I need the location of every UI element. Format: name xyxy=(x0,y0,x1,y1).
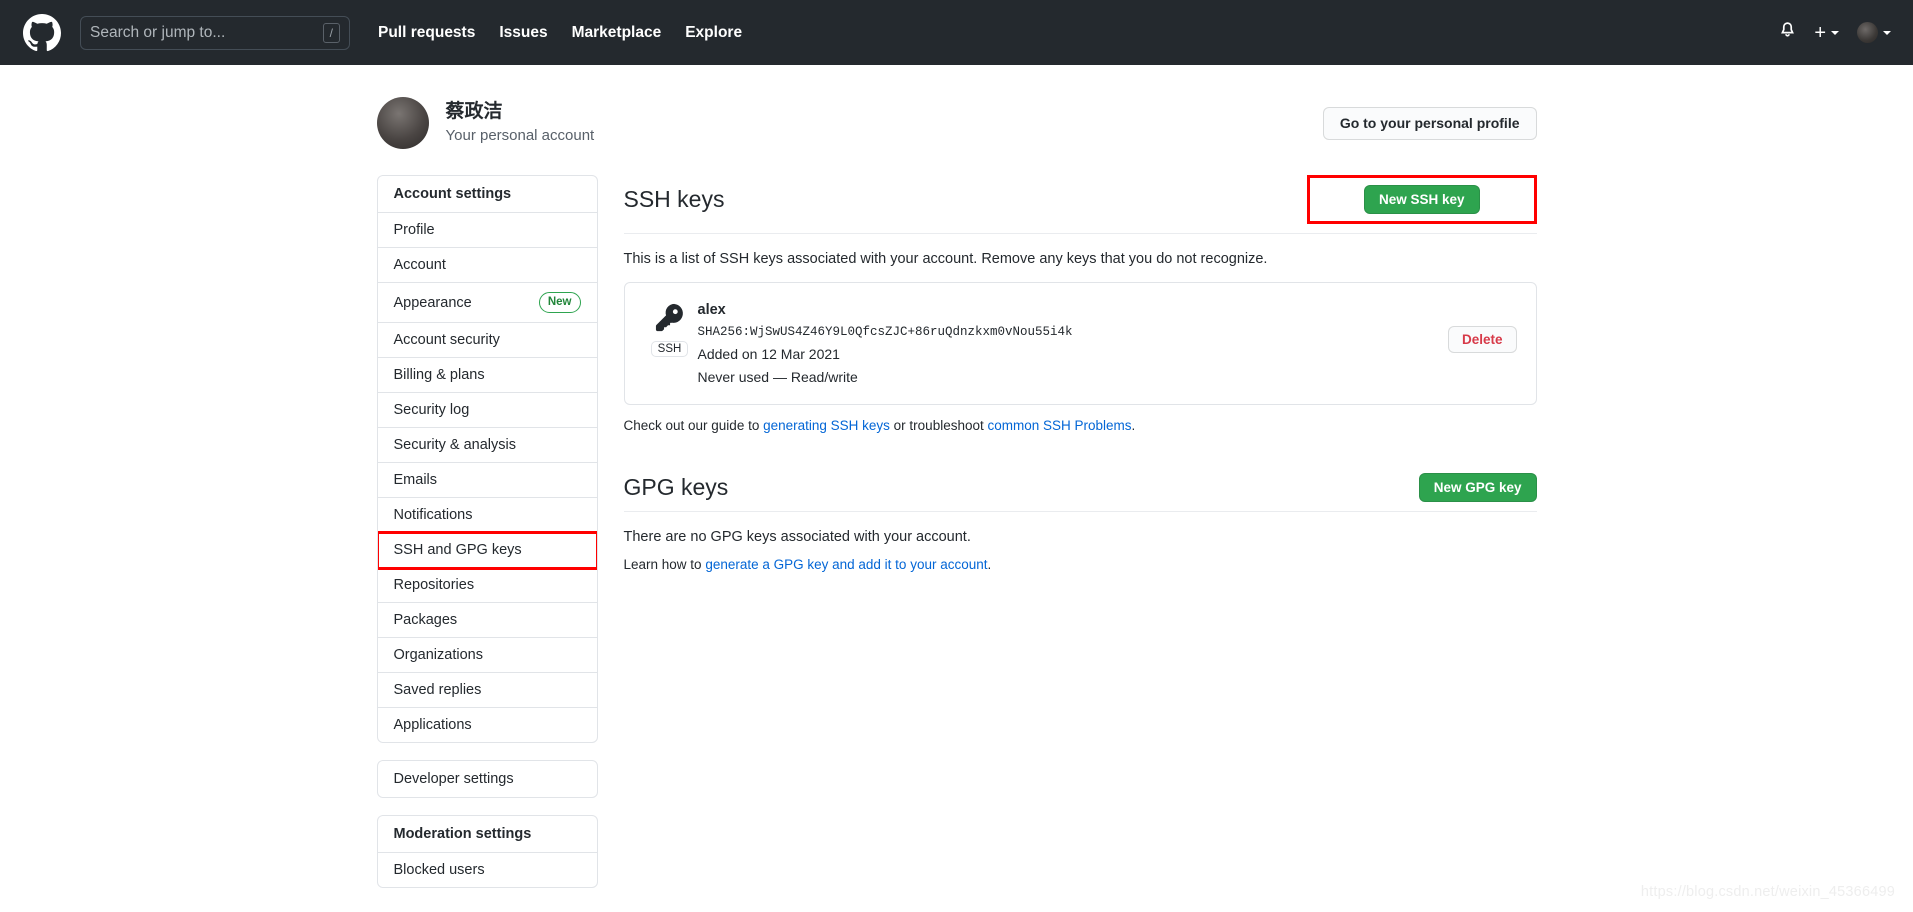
sidebar-item-applications[interactable]: Applications xyxy=(378,708,597,742)
nav-explore[interactable]: Explore xyxy=(685,24,742,42)
ssh-key-fingerprint: SHA256:WjSwUS4Z46Y9L0QfcsZJC+86ruQdnzkxm… xyxy=(697,325,1073,340)
ssh-guide-text: Check out our guide to generating SSH ke… xyxy=(624,418,1537,433)
sidebar-item-label: Appearance xyxy=(393,294,472,311)
key-type-badge: SSH xyxy=(650,341,689,357)
sidebar-item-label: Blocked users xyxy=(393,862,485,879)
user-menu[interactable] xyxy=(1857,22,1891,43)
sidebar-item-developer-settings[interactable]: Developer settings xyxy=(376,760,598,799)
profile-header: 蔡政洁 Your personal account Go to your per… xyxy=(376,87,1537,159)
sidebar-item-label: Packages xyxy=(393,612,458,629)
sidebar-item-label: Emails xyxy=(393,472,438,489)
profile-identity: 蔡政洁 Your personal account xyxy=(446,100,595,146)
page-body: 蔡政洁 Your personal account Go to your per… xyxy=(0,65,1913,912)
gpg-keys-section: GPG keys New GPG key There are no GPG ke… xyxy=(623,473,1537,572)
ssh-keys-section-header: SSH keys New SSH key xyxy=(623,175,1537,234)
guide-prefix: Check out our guide to xyxy=(623,418,764,434)
sidebar-item-label: Security log xyxy=(393,402,470,419)
search-input[interactable]: Search or jump to... / xyxy=(80,15,350,50)
header-nav: Pull requests Issues Marketplace Explore xyxy=(378,24,742,42)
sidebar-item-label: Security & analysis xyxy=(393,437,517,454)
sidebar-item-security-log[interactable]: Security log xyxy=(377,393,597,429)
sidebar-item-account-security[interactable]: Account security xyxy=(377,323,597,359)
sidebar-item-label: Account xyxy=(393,257,446,273)
sidebar-item-label: Applications xyxy=(393,717,472,734)
gpg-learn-text: Learn how to generate a GPG key and add … xyxy=(624,557,1537,572)
plus-icon: + xyxy=(1814,21,1826,44)
gpg-empty-message: There are no GPG keys associated with yo… xyxy=(623,529,971,546)
search-placeholder: Search or jump to... xyxy=(90,23,226,41)
new-ssh-key-highlight-box: New SSH key xyxy=(1306,175,1537,224)
sidebar-item-label: Saved replies xyxy=(393,682,482,699)
global-header: Search or jump to... / Pull requests Iss… xyxy=(0,0,1913,65)
go-to-profile-button[interactable]: Go to your personal profile xyxy=(1322,106,1537,140)
sidebar-item-saved-replies[interactable]: Saved replies xyxy=(377,673,597,709)
ssh-key-title: alex xyxy=(697,302,726,318)
sidebar-item-label: Account security xyxy=(393,332,500,349)
sidebar-item-blocked-users[interactable]: Blocked users xyxy=(378,853,597,887)
search-shortcut-badge: / xyxy=(322,22,340,43)
watermark: https://blog.csdn.net/weixin_45366499 xyxy=(1640,884,1895,900)
sidebar-item-label: Notifications xyxy=(393,507,473,524)
new-gpg-key-button[interactable]: New GPG key xyxy=(1418,473,1537,503)
ssh-key-row: SSH alex SHA256:WjSwUS4Z46Y9L0QfcsZJC+86… xyxy=(623,282,1537,406)
nav-pull-requests[interactable]: Pull requests xyxy=(378,24,475,42)
sidebar-item-ssh-and-gpg-keys[interactable]: SSH and GPG keys xyxy=(377,531,597,571)
profile-name: 蔡政洁 xyxy=(445,101,503,123)
new-ssh-key-button[interactable]: New SSH key xyxy=(1363,185,1480,214)
sidebar-item-label: Profile xyxy=(393,222,435,238)
sidebar-item-label: Repositories xyxy=(393,577,475,594)
account-settings-header: Account settings xyxy=(377,176,597,213)
key-icon xyxy=(654,302,685,338)
ssh-key-added-date: Added on 12 Mar 2021 xyxy=(697,346,840,363)
sidebar-item-label: SSH and GPG keys xyxy=(393,542,522,559)
header-right-controls: + xyxy=(1779,21,1891,44)
create-new-menu[interactable]: + xyxy=(1814,23,1839,43)
sidebar-item-account[interactable]: Account xyxy=(377,248,597,283)
gpg-section-title: GPG keys xyxy=(623,474,729,501)
nav-issues[interactable]: Issues xyxy=(499,24,547,42)
chevron-down-icon xyxy=(1831,30,1839,35)
guide-suffix: . xyxy=(1131,418,1136,434)
page-title: SSH keys xyxy=(623,186,725,212)
sidebar-item-billing-plans[interactable]: Billing & plans xyxy=(377,358,597,394)
sidebar-item-emails[interactable]: Emails xyxy=(377,463,597,499)
common-ssh-problems-link[interactable]: common SSH Problems xyxy=(987,418,1131,433)
learn-suffix: . xyxy=(987,557,992,573)
sidebar-item-appearance[interactable]: Appearance New xyxy=(377,283,597,324)
new-badge: New xyxy=(538,292,581,314)
settings-sidebar: Account settings Profile Account Appeara… xyxy=(376,175,598,905)
sidebar-item-organizations[interactable]: Organizations xyxy=(377,638,597,674)
generating-ssh-keys-link[interactable]: generating SSH keys xyxy=(763,418,890,433)
chevron-down-icon xyxy=(1883,30,1891,35)
moderation-settings-header: Moderation settings xyxy=(377,816,597,854)
sidebar-item-packages[interactable]: Packages xyxy=(377,603,597,639)
sidebar-item-security-analysis[interactable]: Security & analysis xyxy=(377,428,597,464)
sidebar-item-notifications[interactable]: Notifications xyxy=(377,498,597,534)
profile-avatar[interactable] xyxy=(376,97,429,149)
avatar xyxy=(1857,22,1878,43)
guide-middle: or troubleshoot xyxy=(889,418,988,434)
ssh-key-details: alex SHA256:WjSwUS4Z46Y9L0QfcsZJC+86ruQd… xyxy=(696,299,1448,388)
ssh-key-icon-group: SSH xyxy=(644,299,696,357)
generate-gpg-key-link[interactable]: generate a GPG key and add it to your ac… xyxy=(705,557,987,572)
sidebar-item-label: Organizations xyxy=(393,647,483,664)
moderation-settings-nav: Moderation settings Blocked users xyxy=(376,815,598,889)
sidebar-item-label: Billing & plans xyxy=(393,367,485,384)
main-content: SSH keys New SSH key This is a list of S… xyxy=(623,175,1537,572)
account-settings-nav: Account settings Profile Account Appeara… xyxy=(376,175,598,744)
sidebar-item-repositories[interactable]: Repositories xyxy=(377,568,597,604)
learn-prefix: Learn how to xyxy=(623,557,706,573)
delete-ssh-key-button[interactable]: Delete xyxy=(1447,326,1517,353)
ssh-keys-description: This is a list of SSH keys associated wi… xyxy=(623,251,1268,267)
ssh-key-usage: Never used — Read/write xyxy=(697,368,858,385)
bell-icon[interactable] xyxy=(1779,21,1796,44)
nav-marketplace[interactable]: Marketplace xyxy=(572,24,662,42)
sidebar-item-profile[interactable]: Profile xyxy=(377,213,597,248)
profile-subtitle: Your personal account xyxy=(445,126,595,144)
github-mark-icon[interactable] xyxy=(22,13,62,53)
gpg-keys-section-header: GPG keys New GPG key xyxy=(623,473,1537,513)
